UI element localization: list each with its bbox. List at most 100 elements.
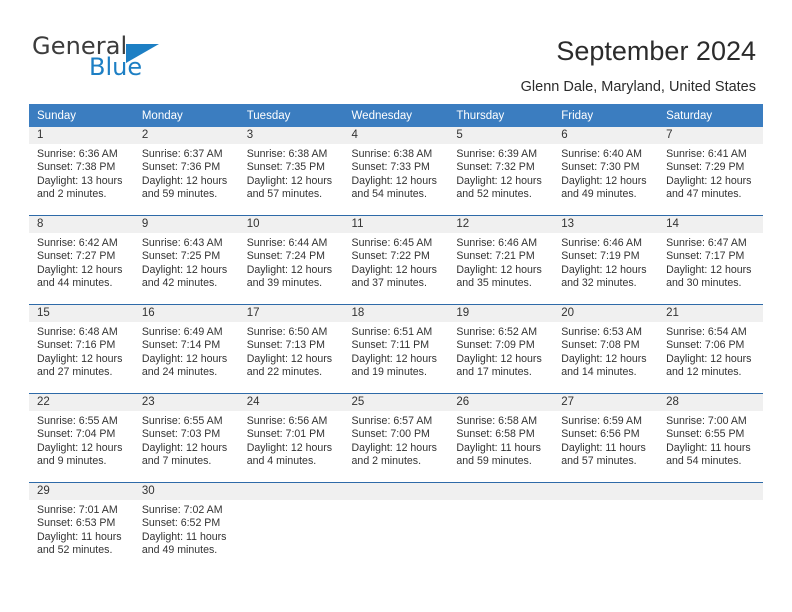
day-cell-inner <box>238 483 344 571</box>
sunset-text: Sunset: 7:17 PM <box>666 250 745 263</box>
day-number <box>553 483 659 500</box>
calendar-day-cell[interactable]: 3 Sunrise: 6:38 AM Sunset: 7:35 PM Daylight… <box>238 127 344 216</box>
calendar-day-cell[interactable]: 11 Sunrise: 6:45 AM Sunset: 7:22 PM Dayligh… <box>343 215 449 305</box>
calendar-day-cell[interactable]: 16 Sunrise: 6:49 AM Sunset: 7:14 PM Dayligh… <box>133 304 239 394</box>
calendar-day-cell[interactable]: 21 Sunrise: 6:54 AM Sunset: 7:06 PM Dayligh… <box>658 304 763 394</box>
weekday-header-friday: Friday <box>553 104 659 127</box>
day-cell-inner: 27 Sunrise: 6:59 AM Sunset: 6:56 PM Dayligh… <box>553 394 659 482</box>
day-cell-inner: 10 Sunrise: 6:44 AM Sunset: 7:24 PM Dayligh… <box>238 216 344 304</box>
day-number: 22 <box>29 394 134 411</box>
sunrise-text: Sunrise: 6:43 AM <box>141 237 223 249</box>
calendar-day-cell[interactable]: 26 Sunrise: 6:58 AM Sunset: 6:58 PM Dayligh… <box>448 393 554 483</box>
calendar-day-cell[interactable]: 12 Sunrise: 6:46 AM Sunset: 7:21 PM Dayligh… <box>448 215 554 305</box>
sunrise-text: Sunrise: 6:51 AM <box>351 326 433 338</box>
calendar-day-cell[interactable]: 23 Sunrise: 6:55 AM Sunset: 7:03 PM Dayligh… <box>133 393 239 483</box>
day-cell-inner: 18 Sunrise: 6:51 AM Sunset: 7:11 PM Dayligh… <box>343 305 449 393</box>
day-number: 27 <box>553 394 659 411</box>
day-details: Sunrise: 6:40 AM Sunset: 7:30 PM Daylight:… <box>553 144 658 202</box>
calendar-day-cell[interactable]: 15 Sunrise: 6:48 AM Sunset: 7:16 PM Dayligh… <box>29 304 134 394</box>
calendar-day-cell[interactable]: 1 Sunrise: 6:36 AM Sunset: 7:38 PM Daylight… <box>29 127 134 216</box>
sunset-text: Sunset: 7:16 PM <box>37 339 116 352</box>
page-subtitle: Glenn Dale, Maryland, United States <box>520 79 756 95</box>
day-number <box>658 483 763 500</box>
day-number: 13 <box>553 216 659 233</box>
calendar-day-cell[interactable]: 19 Sunrise: 6:52 AM Sunset: 7:09 PM Dayligh… <box>448 304 554 394</box>
calendar-day-cell[interactable]: 30 Sunrise: 7:02 AM Sunset: 6:52 PM Dayligh… <box>133 482 239 571</box>
day-cell-inner <box>658 483 763 571</box>
calendar-day-cell[interactable]: 18 Sunrise: 6:51 AM Sunset: 7:11 PM Dayligh… <box>343 304 449 394</box>
day-number: 2 <box>133 127 239 144</box>
daylight-text-line1: Daylight: 12 hours <box>456 352 542 365</box>
sunset-text: Sunset: 7:11 PM <box>351 339 430 352</box>
sunset-text: Sunset: 7:25 PM <box>141 250 221 263</box>
daylight-text-line2: and 32 minutes. <box>561 277 637 290</box>
daylight-text-line2: and 49 minutes. <box>561 188 637 201</box>
calendar-day-cell[interactable]: 29 Sunrise: 7:01 AM Sunset: 6:53 PM Dayligh… <box>29 482 134 571</box>
sunrise-text: Sunrise: 6:38 AM <box>246 148 328 160</box>
calendar-day-cell[interactable]: 5 Sunrise: 6:39 AM Sunset: 7:32 PM Daylight… <box>448 127 554 216</box>
calendar-day-cell[interactable]: 22 Sunrise: 6:55 AM Sunset: 7:04 PM Dayligh… <box>29 393 134 483</box>
daylight-text-line1: Daylight: 12 hours <box>246 441 333 454</box>
day-cell-inner: 11 Sunrise: 6:45 AM Sunset: 7:22 PM Dayligh… <box>343 216 449 304</box>
sunset-text: Sunset: 7:30 PM <box>561 161 640 174</box>
daylight-text-line2: and 39 minutes. <box>246 277 323 290</box>
sunset-text: Sunset: 6:58 PM <box>456 428 535 441</box>
sunrise-text: Sunrise: 6:40 AM <box>561 148 642 160</box>
calendar-day-cell[interactable]: 10 Sunrise: 6:44 AM Sunset: 7:24 PM Dayligh… <box>238 215 344 305</box>
daylight-text-line1: Daylight: 11 hours <box>456 441 541 454</box>
calendar-day-cell[interactable]: 2 Sunrise: 6:37 AM Sunset: 7:36 PM Daylight… <box>133 127 239 216</box>
day-details: Sunrise: 6:46 AM Sunset: 7:19 PM Daylight:… <box>553 233 658 291</box>
calendar-day-cell <box>658 482 763 571</box>
day-cell-inner: 6 Sunrise: 6:40 AM Sunset: 7:30 PM Daylight… <box>553 127 659 215</box>
day-cell-inner: 7 Sunrise: 6:41 AM Sunset: 7:29 PM Daylight… <box>658 127 763 215</box>
day-cell-inner: 3 Sunrise: 6:38 AM Sunset: 7:35 PM Daylight… <box>238 127 344 215</box>
day-number: 29 <box>29 483 134 500</box>
day-cell-inner: 28 Sunrise: 7:00 AM Sunset: 6:55 PM Dayligh… <box>658 394 763 482</box>
calendar-day-cell[interactable]: 24 Sunrise: 6:56 AM Sunset: 7:01 PM Dayligh… <box>238 393 344 483</box>
day-details <box>344 500 449 504</box>
calendar-day-cell <box>238 482 344 571</box>
calendar-day-cell[interactable]: 4 Sunrise: 6:38 AM Sunset: 7:33 PM Daylight… <box>343 127 449 216</box>
calendar-body: 1 Sunrise: 6:36 AM Sunset: 7:38 PM Daylight… <box>29 127 763 571</box>
calendar-day-cell[interactable]: 8 Sunrise: 6:42 AM Sunset: 7:27 PM Daylight… <box>29 215 134 305</box>
sunrise-text: Sunrise: 6:56 AM <box>246 415 328 427</box>
sunrise-text: Sunrise: 6:44 AM <box>246 237 328 249</box>
calendar-day-cell[interactable]: 28 Sunrise: 7:00 AM Sunset: 6:55 PM Dayligh… <box>658 393 763 483</box>
calendar-day-cell[interactable]: 7 Sunrise: 6:41 AM Sunset: 7:29 PM Daylight… <box>658 127 763 216</box>
daylight-text-line2: and 49 minutes. <box>141 544 218 557</box>
day-cell-inner: 22 Sunrise: 6:55 AM Sunset: 7:04 PM Dayligh… <box>29 394 134 482</box>
day-details: Sunrise: 6:57 AM Sunset: 7:00 PM Daylight:… <box>344 411 449 469</box>
day-number: 5 <box>448 127 554 144</box>
day-number: 18 <box>343 305 449 322</box>
daylight-text-line2: and 57 minutes. <box>246 188 323 201</box>
daylight-text-line1: Daylight: 12 hours <box>141 441 228 454</box>
sunset-text: Sunset: 7:32 PM <box>456 161 535 174</box>
sunset-text: Sunset: 7:08 PM <box>561 339 640 352</box>
daylight-text-line2: and 52 minutes. <box>37 544 113 557</box>
sunset-text: Sunset: 7:24 PM <box>246 250 326 263</box>
calendar-week-row: 1 Sunrise: 6:36 AM Sunset: 7:38 PM Daylight… <box>29 127 763 216</box>
calendar-header-row: Sunday Monday Tuesday Wednesday Thursday… <box>29 104 763 127</box>
calendar-day-cell[interactable]: 9 Sunrise: 6:43 AM Sunset: 7:25 PM Daylight… <box>133 215 239 305</box>
day-details: Sunrise: 6:59 AM Sunset: 6:56 PM Daylight:… <box>553 411 658 469</box>
sunset-text: Sunset: 7:35 PM <box>246 161 326 174</box>
calendar-day-cell[interactable]: 25 Sunrise: 6:57 AM Sunset: 7:00 PM Dayligh… <box>343 393 449 483</box>
calendar-day-cell[interactable]: 6 Sunrise: 6:40 AM Sunset: 7:30 PM Daylight… <box>553 127 659 216</box>
daylight-text-line2: and 12 minutes. <box>666 366 742 379</box>
brand-logo[interactable]: General Blue <box>32 33 212 85</box>
day-cell-inner: 25 Sunrise: 6:57 AM Sunset: 7:00 PM Dayligh… <box>343 394 449 482</box>
calendar-day-cell[interactable]: 17 Sunrise: 6:50 AM Sunset: 7:13 PM Dayligh… <box>238 304 344 394</box>
calendar-day-cell[interactable]: 13 Sunrise: 6:46 AM Sunset: 7:19 PM Dayligh… <box>553 215 659 305</box>
day-details: Sunrise: 6:43 AM Sunset: 7:25 PM Daylight:… <box>134 233 239 291</box>
sunrise-text: Sunrise: 6:45 AM <box>351 237 433 249</box>
day-cell-inner: 4 Sunrise: 6:38 AM Sunset: 7:33 PM Daylight… <box>343 127 449 215</box>
weekday-header-wednesday: Wednesday <box>343 104 449 127</box>
calendar-day-cell[interactable]: 14 Sunrise: 6:47 AM Sunset: 7:17 PM Dayligh… <box>658 215 763 305</box>
calendar-day-cell[interactable]: 20 Sunrise: 6:53 AM Sunset: 7:08 PM Dayligh… <box>553 304 659 394</box>
daylight-text-line1: Daylight: 12 hours <box>246 263 333 276</box>
day-number: 10 <box>238 216 344 233</box>
calendar-day-cell[interactable]: 27 Sunrise: 6:59 AM Sunset: 6:56 PM Dayligh… <box>553 393 659 483</box>
daylight-text-line1: Daylight: 12 hours <box>37 352 123 365</box>
sunrise-text: Sunrise: 6:41 AM <box>666 148 747 160</box>
daylight-text-line2: and 44 minutes. <box>37 277 113 290</box>
